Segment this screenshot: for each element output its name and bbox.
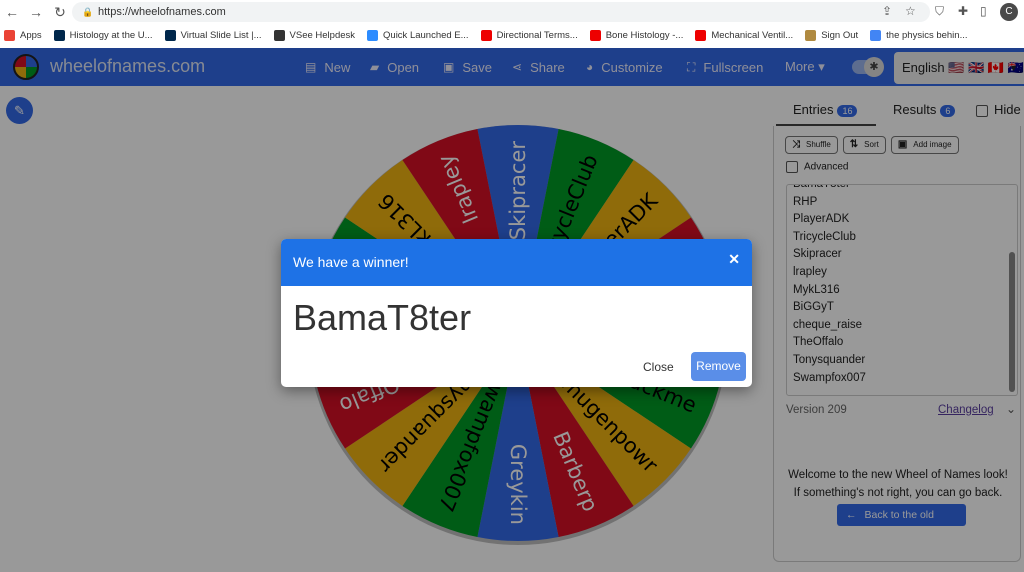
- winner-name: BamaT8ter: [293, 297, 472, 338]
- star-icon[interactable]: ☆: [905, 4, 916, 18]
- forward-icon[interactable]: →: [24, 4, 48, 20]
- michigan-m-icon: [53, 29, 65, 41]
- bookmark[interactable]: Sign Out: [805, 29, 858, 41]
- bookmark[interactable]: Histology at the U...: [53, 29, 153, 41]
- profile-avatar[interactable]: C: [1000, 3, 1018, 21]
- browser-chrome: ← → ↻ 🔒 https://wheelofnames.com ⇪ ☆ ⛉ ✚ …: [0, 0, 1024, 50]
- close-icon[interactable]: ✕: [728, 251, 740, 268]
- youtube-icon: [589, 29, 601, 41]
- bookmarks-bar: Apps Histology at the U... Virtual Slide L…: [0, 24, 980, 46]
- bookmark[interactable]: Bone Histology -...: [589, 29, 683, 41]
- bookmark[interactable]: Quick Launched E...: [367, 29, 469, 41]
- google-icon: [870, 29, 882, 41]
- bookmark[interactable]: Virtual Slide List |...: [164, 29, 262, 41]
- globe-icon: [273, 29, 285, 41]
- michigan-m-icon: [164, 29, 176, 41]
- zoom-icon: [367, 29, 379, 41]
- reload-icon[interactable]: ↻: [48, 4, 72, 21]
- shield-extension-icon[interactable]: ⛉: [935, 4, 944, 19]
- bookmark[interactable]: VSee Helpdesk: [273, 29, 355, 41]
- side-panel-icon[interactable]: ▯: [980, 4, 987, 18]
- close-button[interactable]: Close: [643, 360, 674, 374]
- winner-dialog: We have a winner! ✕ BamaT8ter Close Remov…: [281, 239, 752, 387]
- bookmark[interactable]: Directional Terms...: [480, 29, 578, 41]
- address-bar[interactable]: 🔒 https://wheelofnames.com: [72, 2, 930, 22]
- youtube-icon: [695, 29, 707, 41]
- bookmark[interactable]: Mechanical Ventil...: [695, 29, 793, 41]
- back-icon[interactable]: ←: [0, 4, 24, 20]
- lock-icon: 🔒: [82, 7, 94, 17]
- apps-grid-icon: [4, 29, 15, 41]
- extensions-puzzle-icon[interactable]: ✚: [958, 4, 968, 18]
- sign-out-icon: [805, 29, 817, 41]
- remove-button[interactable]: Remove: [691, 352, 746, 381]
- youtube-icon: [480, 29, 492, 41]
- bookmark[interactable]: Apps: [4, 29, 42, 41]
- dialog-title: We have a winner!: [293, 254, 409, 270]
- bookmark[interactable]: the physics behin...: [870, 29, 968, 41]
- share-page-icon[interactable]: ⇪: [882, 4, 892, 18]
